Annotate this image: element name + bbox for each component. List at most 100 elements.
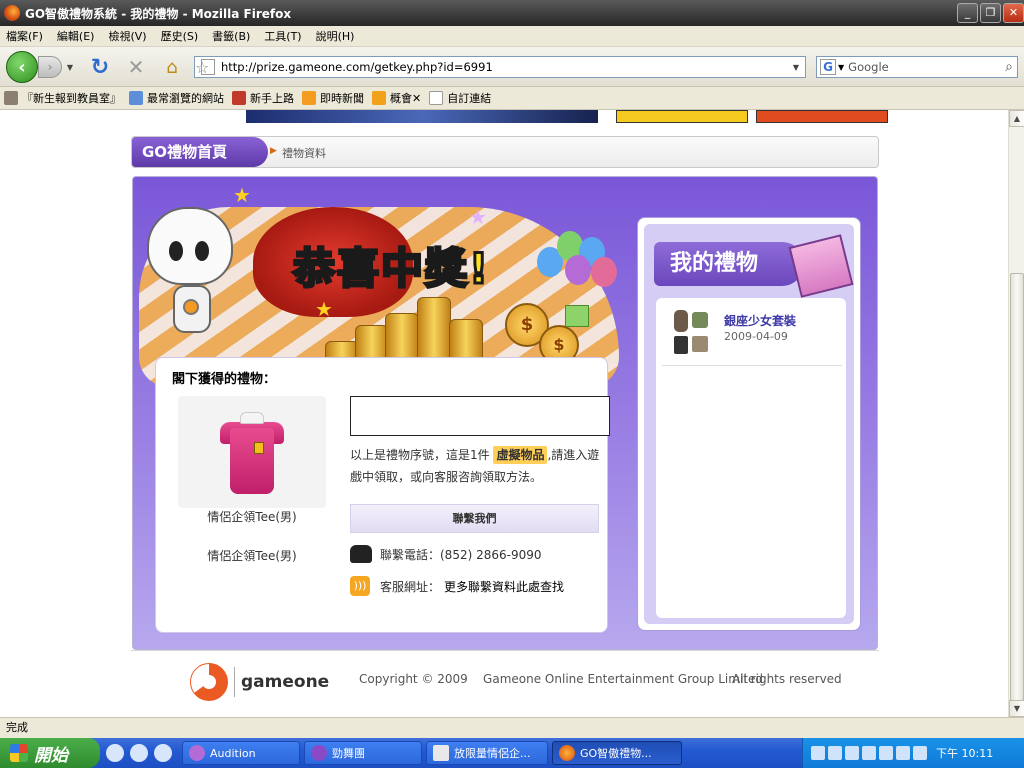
gift-description: 以上是禮物序號，這是1件 虛擬物品 ,請進入遊戲中領取，或向客服咨詢領取方法。 [350,444,602,488]
contact-us-button[interactable]: 聯繫我們 [350,504,599,533]
menu-bookmarks[interactable]: 書籤(B) [212,28,250,44]
search-input[interactable]: Google [848,60,1005,74]
scroll-down-icon[interactable]: ▼ [1009,700,1024,717]
scroll-thumb[interactable] [1010,273,1024,701]
task-audition[interactable]: Audition [182,741,300,765]
page-icon [429,91,444,105]
url-dropdown-icon[interactable]: ▼ [793,63,799,72]
back-button[interactable]: ‹ [6,51,38,83]
prize-panel: ★ ★ ★ 恭喜中獎! $ $ 閣下獲得的禮物： 情侶企領Tee(男) 情侶企領… [132,176,878,650]
firefox-icon [559,745,575,761]
start-label: 開始 [34,745,68,766]
my-gifts-panel: 我的禮物 銀座少女套裝 2009-04-09 [637,217,861,631]
forward-arrow-icon: › [47,60,53,74]
menu-history[interactable]: 歷史(S) [161,28,199,44]
start-button[interactable]: 開始 [0,738,100,768]
bookmark-icon [4,91,18,105]
breadcrumb-home-link[interactable]: GO禮物首頁 [132,137,268,167]
balloons-image [535,227,625,297]
url-text[interactable]: http://prize.gameone.com/getkey.php?id=6… [221,60,793,74]
antivirus-icon[interactable] [913,746,927,760]
minimize-button[interactable]: _ [957,3,978,23]
reload-icon[interactable]: ↻ [88,55,112,80]
menu-bar: 檔案(F) 編輯(E) 檢視(V) 歷史(S) 書籤(B) 工具(T) 說明(H… [0,26,1024,47]
network-icon[interactable] [811,746,825,760]
serial-code-box[interactable] [350,396,610,436]
search-engine-dropdown-icon[interactable]: ▼ [838,63,844,72]
window-title: GO智傲禮物系統 - 我的禮物 - Mozilla Firefox [25,6,292,21]
bookmark-item[interactable]: 概會✕ [372,90,421,106]
task-dance-group[interactable]: 勁舞團 [304,741,422,765]
phone-text: 聯繫電話：(852) 2866-9090 [380,547,542,562]
quicklaunch-media-icon[interactable] [106,744,124,762]
search-engine-icon[interactable]: G [820,59,836,75]
system-tray: 下午 10:11 [802,738,1024,768]
maximize-button[interactable]: ❐ [980,3,1001,23]
back-arrow-icon: ‹ [18,56,26,78]
task-label: 勁舞團 [332,747,365,760]
navigation-toolbar: ‹ › ▼ ↻ ✕ ⌂ http://prize.gameone.com/get… [0,47,1024,87]
gameone-logo: gameone [190,663,329,701]
menu-file[interactable]: 檔案(F) [6,28,43,44]
menu-help[interactable]: 說明(H) [316,28,355,44]
bookmark-label: 新手上路 [250,92,294,105]
menu-tools[interactable]: 工具(T) [264,28,301,44]
search-icon[interactable]: ⌕ [1005,59,1013,75]
copyright-text: Copyright © 2009 Gameone Online Entertai… [359,672,763,686]
congrats-heading: 恭喜中獎! [291,243,491,295]
vertical-scrollbar[interactable]: ▲ ▼ [1008,110,1024,717]
star-icon: ★ [469,205,487,229]
history-dropdown[interactable]: ▼ [64,59,76,75]
bookmark-label: 概會✕ [390,92,422,105]
task-label: GO智傲禮物... [580,747,652,760]
gift-item-date: 2009-04-09 [724,330,788,343]
gameone-logo-text: gameone [241,672,330,692]
messenger-icon[interactable] [845,746,859,760]
mascot-image [147,207,233,337]
audition-icon [189,745,205,761]
home-icon[interactable]: ⌂ [160,55,184,79]
quicklaunch-browser-icon[interactable] [154,744,172,762]
bookmark-icon [129,91,143,105]
task-firefox[interactable]: GO智傲禮物... [552,741,682,765]
bookmark-item[interactable]: 自訂連結 [429,90,491,106]
list-item[interactable]: 銀座少女套裝 2009-04-09 [662,306,842,366]
bookmark-item[interactable]: 最常瀏覽的網站 [129,90,224,106]
gift-item-name[interactable]: 銀座少女套裝 [724,312,796,329]
bookmark-label: 自訂連結 [447,92,492,105]
task-label: 放限量情侶企... [454,747,531,760]
search-box[interactable]: G ▼ Google ⌕ [816,56,1018,78]
bookmark-label: 即時新聞 [320,92,364,105]
bookmark-star-icon[interactable]: ☆ [195,58,209,77]
top-banner-strip [130,110,890,123]
phone-row: 聯繫電話：(852) 2866-9090 [350,545,602,563]
my-gifts-list: 銀座少女套裝 2009-04-09 [656,298,846,618]
clock[interactable]: 下午 10:11 [936,745,993,761]
menu-view[interactable]: 檢視(V) [108,28,146,44]
task-limited-tee[interactable]: 放限量情侶企... [426,741,548,765]
stop-icon[interactable]: ✕ [124,55,148,79]
gift-name-secondary: 情侶企領Tee(男) [207,549,297,563]
url-bar[interactable]: http://prize.gameone.com/getkey.php?id=6… [194,56,806,78]
bookmark-item[interactable]: 新手上路 [232,90,294,106]
volume-icon[interactable] [828,746,842,760]
bookmark-item[interactable]: 即時新聞 [302,90,364,106]
support-url-link[interactable]: 更多聯繫資料此處查找 [444,578,564,595]
bookmark-item[interactable]: 『新生報到教員室』 [4,90,121,106]
my-gifts-title: 我的禮物 [654,242,804,286]
update-icon[interactable] [896,746,910,760]
security-icon[interactable] [862,746,876,760]
gift-label: 閣下獲得的禮物： [172,372,277,387]
phone-icon [350,545,372,563]
gift-image [178,396,326,508]
forward-button[interactable]: › [38,56,62,78]
bookmark-label: 『新生報到教員室』 [22,92,121,105]
close-button[interactable]: ✕ [1003,3,1024,23]
gift-box-icon [788,234,854,298]
warning-icon[interactable] [879,746,893,760]
menu-edit[interactable]: 編輯(E) [57,28,95,44]
quicklaunch-ie-icon[interactable] [130,744,148,762]
scroll-up-icon[interactable]: ▲ [1009,110,1024,127]
taskbar: 開始 Audition 勁舞團 放限量情侶企... GO智傲禮物... 下午 1… [0,738,1024,768]
page-content: GO禮物首頁 ▶ 禮物資料 ★ ★ ★ 恭喜中獎! $ $ 閣下獲得的禮物： 情… [0,110,1008,717]
